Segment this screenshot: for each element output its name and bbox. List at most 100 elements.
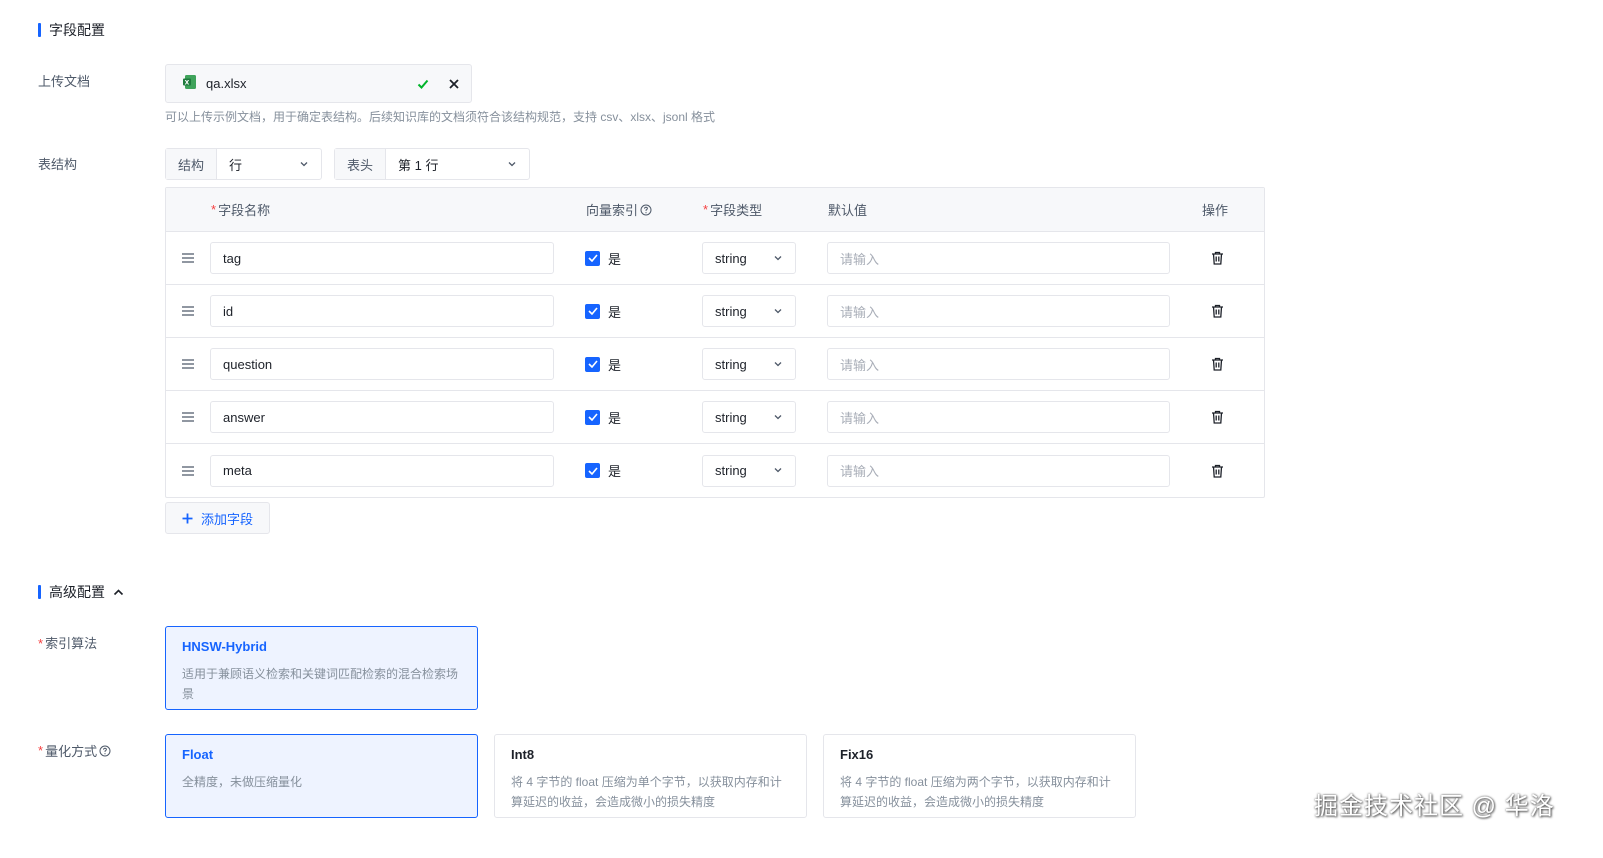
structure-select-prefix: 结构: [166, 149, 218, 179]
col-actions-text: 操作: [1202, 203, 1229, 218]
field-name-input[interactable]: answer: [210, 401, 554, 433]
delete-icon[interactable]: [1211, 338, 1224, 390]
quant-option-float[interactable]: Float 全精度，未做压缩量化: [165, 734, 478, 818]
section-bar: [38, 585, 41, 599]
header-row-select[interactable]: 表头 第 1 行: [334, 148, 530, 180]
checkbox-checked-icon: [585, 356, 600, 372]
drag-handle-icon[interactable]: [182, 391, 194, 443]
delete-icon[interactable]: [1211, 444, 1224, 497]
index-option-desc: 适用于兼顾语义检索和关键词匹配检索的混合检索场景: [182, 667, 459, 701]
chevron-down-icon: [773, 357, 783, 372]
header-select-value: 第 1 行: [398, 157, 439, 173]
table-row: meta 是 string 请输入: [166, 444, 1264, 497]
header-select-value-wrap: 第 1 行: [386, 149, 529, 179]
section-advanced-config[interactable]: 高级配置: [38, 582, 124, 602]
add-field-button[interactable]: 添加字段: [165, 502, 271, 534]
field-type-value: string: [715, 303, 747, 319]
quant-option-title: Int8: [511, 747, 535, 762]
vector-index-checkbox[interactable]: 是: [585, 232, 621, 284]
default-value-input[interactable]: 请输入: [827, 242, 1170, 274]
upload-label: 上传文档: [38, 74, 91, 89]
fields-table: * 字段名称 向量索引 * 字段类型 默认值 操作 tag 是 string 请输入…: [165, 187, 1265, 498]
section-bar: [38, 23, 41, 37]
field-type-value: string: [715, 463, 747, 478]
structure-select-value: 行: [229, 157, 243, 173]
structure-select[interactable]: 结构 行: [165, 148, 322, 180]
chevron-down-icon: [299, 157, 309, 172]
vector-index-label: 是: [608, 464, 622, 479]
watermark: 掘金技术社区 @ 华洛: [1314, 793, 1555, 820]
vector-index-label: 是: [608, 304, 622, 320]
table-row: answer 是 string 请输入: [166, 391, 1264, 444]
default-value-input[interactable]: 请输入: [827, 348, 1170, 380]
vector-index-checkbox[interactable]: 是: [585, 285, 621, 337]
field-type-select[interactable]: string: [702, 348, 796, 380]
quant-option-title: Float: [182, 747, 214, 762]
remove-file-icon[interactable]: [449, 78, 459, 89]
field-name-input[interactable]: id: [210, 295, 554, 327]
drag-handle-icon[interactable]: [182, 338, 194, 390]
index-option-hnsw-hybrid[interactable]: HNSW-Hybrid 适用于兼顾语义检索和关键词匹配检索的混合检索场景: [165, 626, 478, 710]
default-value-input[interactable]: 请输入: [827, 454, 1170, 487]
table-row: id 是 string 请输入: [166, 285, 1264, 338]
col-vector-index-text: 向量索引: [586, 203, 639, 218]
checkbox-checked-icon: [585, 463, 600, 478]
quant-option-int8[interactable]: Int8 将 4 字节的 float 压缩为单个字节，以获取内存和计算延迟的收益…: [494, 734, 807, 818]
quant-option-title: Fix16: [840, 747, 874, 762]
col-field-name: * 字段名称: [211, 202, 271, 218]
table-row: question 是 string 请输入: [166, 338, 1264, 391]
vector-index-label: 是: [608, 410, 622, 426]
index-algorithm-label: * 索引算法: [38, 636, 98, 651]
excel-file-icon: X: [182, 74, 198, 93]
col-field-type-text: 字段类型: [710, 203, 763, 218]
section-title-field-config: 字段配置: [49, 22, 105, 38]
delete-icon[interactable]: [1211, 232, 1224, 284]
help-circle-icon[interactable]: [99, 745, 111, 757]
col-default-value: 默认值: [828, 188, 867, 231]
default-value-input[interactable]: 请输入: [827, 295, 1170, 327]
index-algorithm-label-text: 索引算法: [45, 636, 98, 651]
drag-handle-icon[interactable]: [182, 444, 194, 497]
vector-index-checkbox[interactable]: 是: [585, 444, 621, 497]
field-type-value: string: [715, 250, 747, 266]
delete-icon[interactable]: [1211, 285, 1224, 337]
field-type-select[interactable]: string: [702, 295, 796, 327]
success-check-icon: [417, 78, 429, 90]
checkbox-checked-icon: [585, 250, 600, 266]
drag-handle-icon[interactable]: [182, 285, 194, 337]
delete-icon[interactable]: [1211, 391, 1224, 443]
chevron-down-icon: [773, 251, 783, 266]
structure-select-value-wrap: 行: [217, 149, 321, 179]
svg-text:X: X: [185, 79, 190, 86]
add-field-label: 添加字段: [201, 511, 254, 527]
col-actions: 操作: [1202, 188, 1228, 231]
vector-index-checkbox[interactable]: 是: [585, 391, 621, 443]
quant-option-desc: 全精度，未做压缩量化: [182, 775, 303, 789]
help-circle-icon[interactable]: [640, 204, 652, 216]
chevron-down-icon: [507, 157, 517, 172]
field-type-select[interactable]: string: [702, 454, 796, 487]
col-field-type: * 字段类型: [703, 202, 763, 218]
table-structure-label: 表结构: [38, 157, 78, 172]
field-type-select[interactable]: string: [702, 242, 796, 274]
checkbox-checked-icon: [585, 303, 600, 319]
field-name-input[interactable]: question: [210, 348, 554, 380]
quant-option-fix16[interactable]: Fix16 将 4 字节的 float 压缩为两个字节，以获取内存和计算延迟的收…: [823, 734, 1136, 818]
default-value-input[interactable]: 请输入: [827, 401, 1170, 433]
col-vector-index: 向量索引: [586, 188, 652, 231]
chevron-up-icon[interactable]: [113, 587, 124, 598]
checkbox-checked-icon: [585, 409, 600, 425]
field-type-select[interactable]: string: [702, 401, 796, 433]
section-title-advanced-config: 高级配置: [49, 584, 105, 600]
table-row: tag 是 string 请输入: [166, 232, 1264, 285]
col-default-value-text: 默认值: [828, 203, 868, 218]
chevron-down-icon: [773, 410, 783, 425]
quantization-label: * 量化方式: [38, 741, 111, 760]
vector-index-checkbox[interactable]: 是: [585, 338, 621, 390]
uploaded-file: X qa.xlsx: [165, 64, 472, 103]
drag-handle-icon[interactable]: [182, 232, 194, 284]
uploaded-file-name: qa.xlsx: [206, 76, 247, 91]
field-name-input[interactable]: tag: [210, 242, 554, 274]
field-name-input[interactable]: meta: [210, 454, 554, 487]
section-field-config: 字段配置: [38, 20, 105, 40]
